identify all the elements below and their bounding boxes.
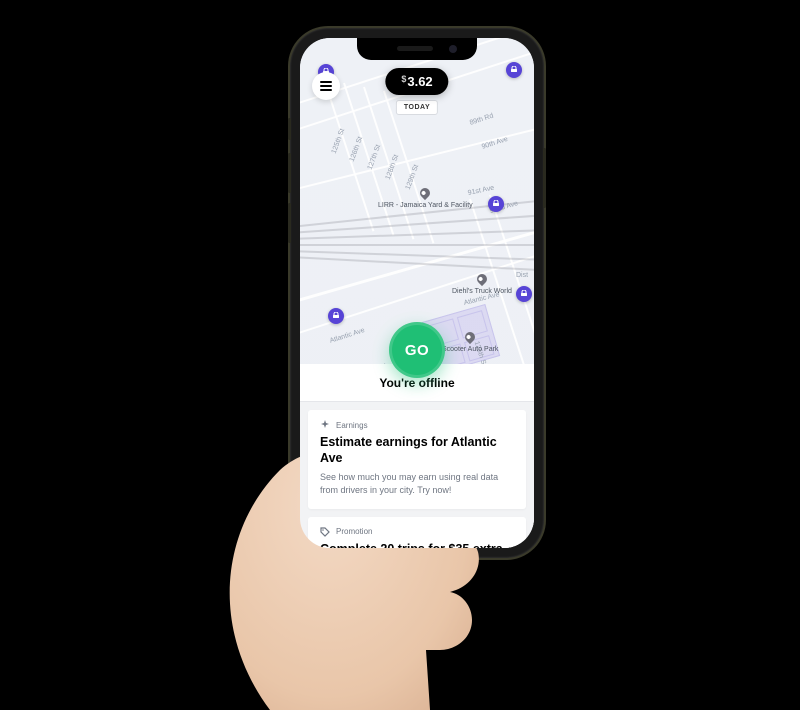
earnings-currency: $ bbox=[401, 74, 406, 84]
menu-button[interactable] bbox=[312, 72, 340, 100]
map-poi-label: LIRR - Jamaica Yard & Facility bbox=[378, 202, 473, 210]
driver-marker-icon[interactable] bbox=[506, 62, 522, 78]
map-poi-label: Diehl's Truck World bbox=[452, 288, 512, 296]
map-street-label: 126th St bbox=[349, 136, 364, 163]
earnings-amount: 3.62 bbox=[407, 74, 432, 89]
map-pin-icon bbox=[418, 186, 432, 200]
map-poi[interactable]: Diehl's Truck World bbox=[452, 274, 512, 296]
bottom-sheet: You're offline Earnings Estimate earning… bbox=[300, 364, 534, 548]
map-pin-icon bbox=[475, 272, 489, 286]
sparkle-icon bbox=[320, 420, 330, 430]
map-poi[interactable]: LIRR - Jamaica Yard & Facility bbox=[378, 188, 473, 210]
map-pin-icon bbox=[463, 330, 477, 344]
phone-frame: 89th Rd90th Ave125th St126th St127th St1… bbox=[290, 28, 544, 558]
map-poi[interactable]: Scooter Auto Park bbox=[442, 332, 498, 354]
today-chip[interactable]: TODAY bbox=[396, 100, 438, 115]
hamburger-icon bbox=[320, 85, 332, 87]
driver-marker-icon[interactable] bbox=[516, 286, 532, 302]
earnings-card[interactable]: Earnings Estimate earnings for Atlantic … bbox=[308, 410, 526, 509]
card-title: Estimate earnings for Atlantic Ave bbox=[320, 434, 514, 467]
card-body: See how much you may earn using real dat… bbox=[320, 471, 514, 497]
card-category: Promotion bbox=[336, 527, 372, 536]
promotion-card[interactable]: Promotion Complete 20 trips for $35 extr… bbox=[308, 517, 526, 548]
tag-icon bbox=[320, 527, 330, 537]
go-online-button[interactable]: GO bbox=[389, 322, 445, 378]
driver-marker-icon[interactable] bbox=[488, 196, 504, 212]
app-screen: 89th Rd90th Ave125th St126th St127th St1… bbox=[300, 38, 534, 548]
map-street-label: Atlantic Ave bbox=[329, 327, 366, 345]
device-notch bbox=[357, 38, 477, 60]
card-category: Earnings bbox=[336, 421, 368, 430]
driver-marker-icon[interactable] bbox=[328, 308, 344, 324]
earnings-pill[interactable]: $3.62 bbox=[385, 68, 448, 95]
map-street-label: Dist bbox=[516, 272, 528, 279]
card-title: Complete 20 trips for $35 extra bbox=[320, 541, 514, 548]
map-street-label: 89th Rd bbox=[469, 113, 494, 127]
map-poi-label: Scooter Auto Park bbox=[442, 346, 498, 354]
